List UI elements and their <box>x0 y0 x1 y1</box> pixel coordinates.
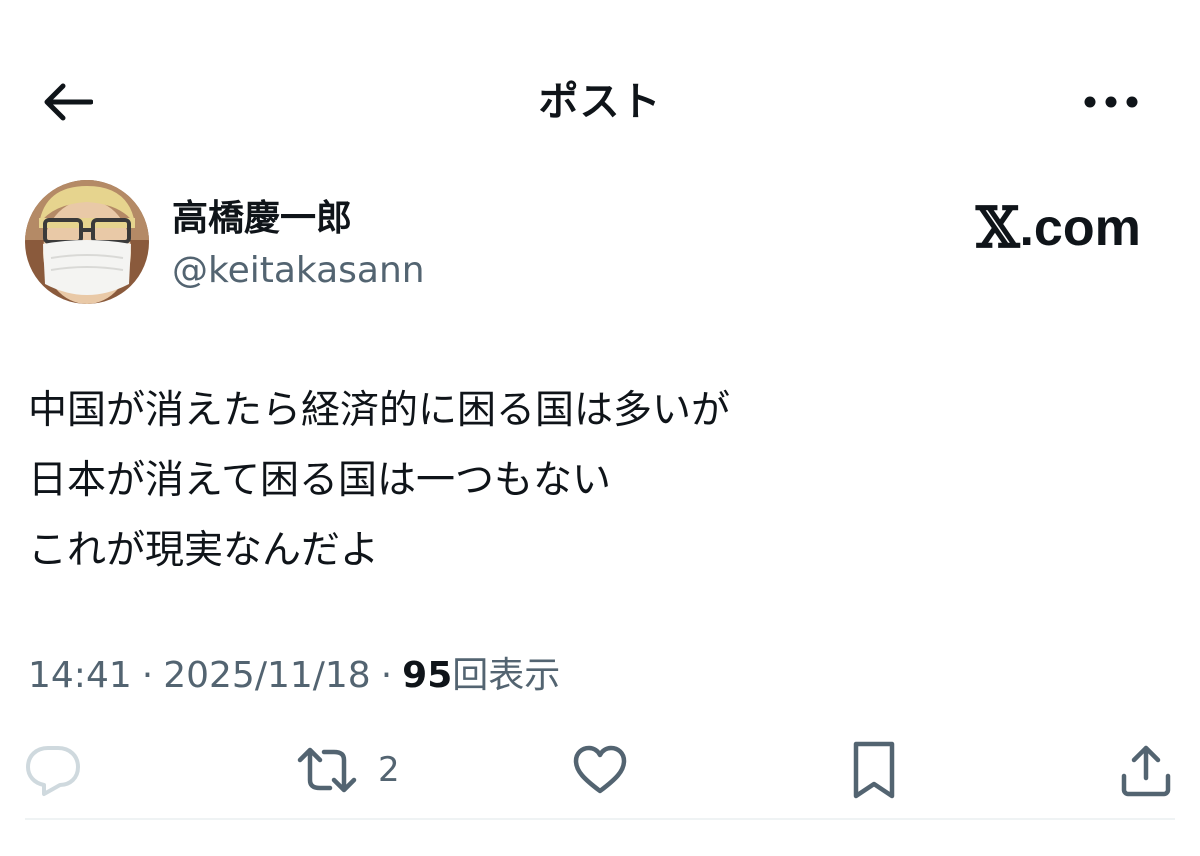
post-text-line: 中国が消えたら経済的に困る国は多いが <box>28 388 731 433</box>
like-button[interactable] <box>572 738 628 802</box>
bookmark-icon <box>853 741 895 799</box>
author-name[interactable]: 高橋慶一郎 <box>172 195 352 243</box>
share-button[interactable] <box>1118 738 1174 802</box>
meta-separator: · <box>141 655 154 696</box>
meta-separator: · <box>380 655 393 696</box>
repost-count: 2 <box>378 750 400 790</box>
post-time[interactable]: 14:41 <box>28 650 132 702</box>
divider <box>25 818 1175 820</box>
bookmark-button[interactable] <box>846 738 902 802</box>
repost-button[interactable]: 2 <box>296 738 400 802</box>
masked-face-avatar <box>25 180 149 304</box>
back-button[interactable] <box>34 72 100 132</box>
share-icon <box>1121 745 1171 797</box>
heart-icon <box>573 745 627 794</box>
x-com-watermark: 𝕏 .com <box>976 198 1141 258</box>
brand-suffix: .com <box>1019 199 1141 257</box>
post-metadata: 14:41 · 2025/11/18 · 95 回表示 <box>28 650 560 702</box>
views-count: 95 <box>402 655 453 696</box>
post-text-line: これが現実なんだよ <box>28 528 380 573</box>
views-label: 回表示 <box>452 655 561 696</box>
repost-icon <box>297 747 357 793</box>
reply-icon <box>26 746 80 796</box>
more-options-button[interactable] <box>1078 72 1144 132</box>
reply-button[interactable] <box>24 738 82 802</box>
x-logo-icon: 𝕏 <box>976 195 1020 261</box>
author-handle[interactable]: @keitakasann <box>172 247 425 295</box>
arrow-left-icon <box>44 83 93 121</box>
avatar[interactable] <box>25 180 149 304</box>
page-title: ポスト <box>538 79 662 125</box>
post-date[interactable]: 2025/11/18 <box>163 650 371 702</box>
more-horizontal-icon <box>1084 96 1138 108</box>
post-text: 中国が消えたら経済的に困る国は多いが 日本が消えて困る国は一つもない これが現実… <box>28 376 1168 586</box>
post-text-line: 日本が消えて困る国は一つもない <box>28 458 612 503</box>
